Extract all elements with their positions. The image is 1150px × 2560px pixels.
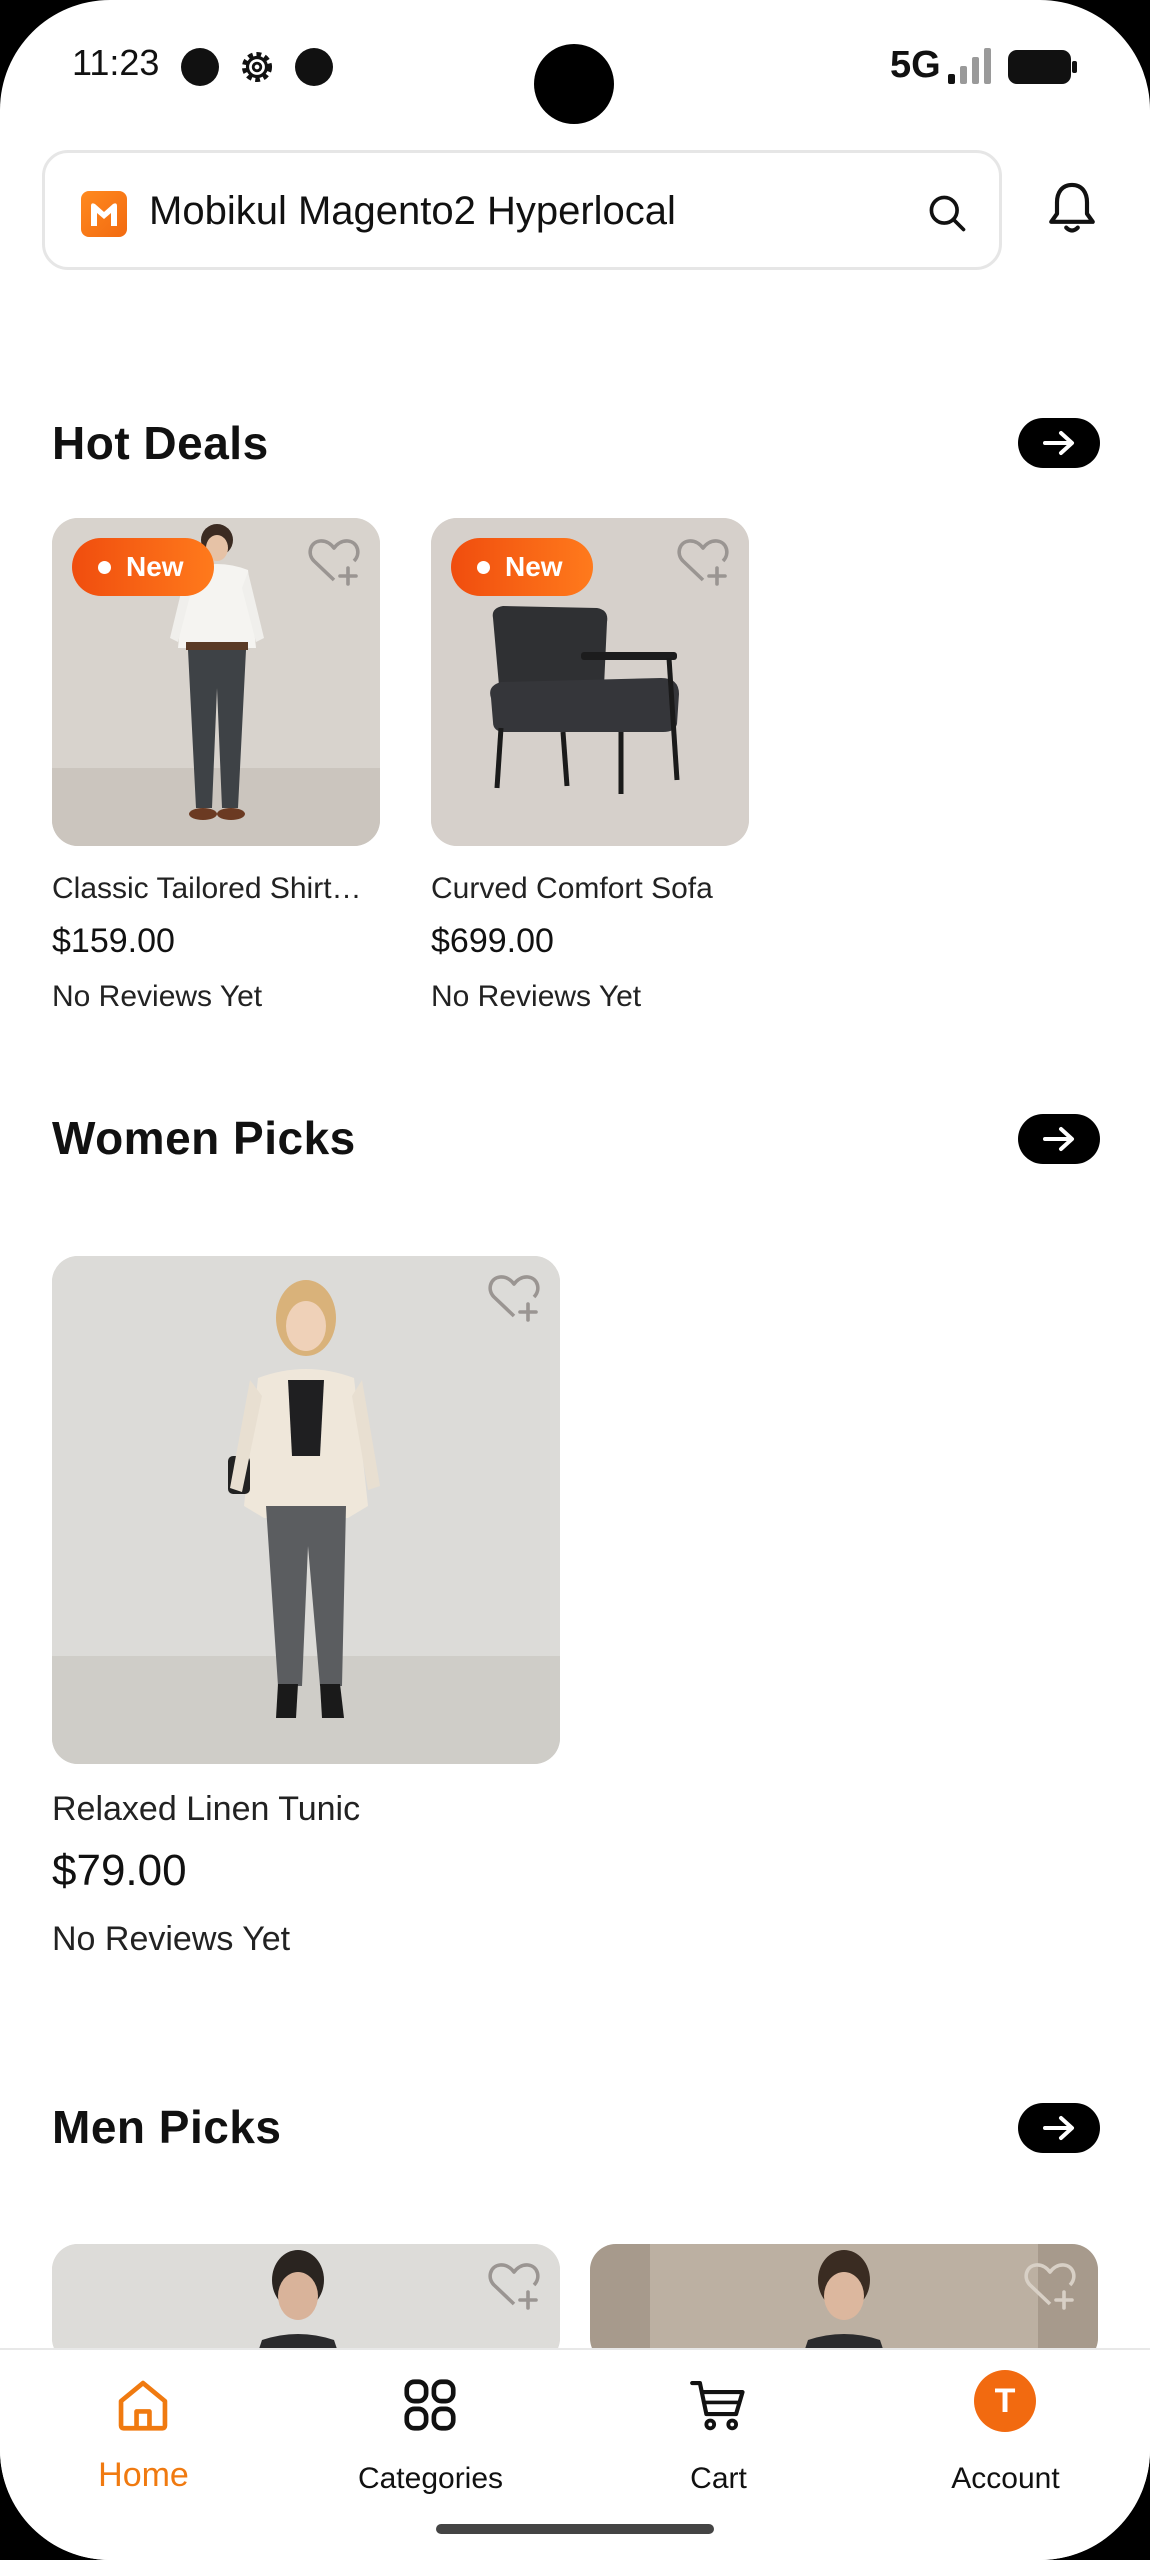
phone-screen: 11:23 5G Mobikul Magento2 Hyperlocal Hot…: [0, 0, 1150, 2560]
product-reviews: No Reviews Yet: [431, 980, 642, 1013]
cart-icon: [690, 2380, 745, 2431]
home-indicator[interactable]: [436, 2524, 714, 2534]
add-to-wishlist-icon[interactable]: [675, 534, 731, 586]
notification-dot-icon: [295, 48, 333, 86]
add-to-wishlist-icon[interactable]: [306, 534, 362, 586]
signal-strength-icon: [948, 48, 991, 84]
hot-deals-view-all-button[interactable]: [1018, 418, 1100, 468]
nav-label: Home: [98, 2456, 189, 2494]
nav-item-account[interactable]: T Account: [862, 2350, 1149, 2560]
product-image[interactable]: [590, 2244, 1098, 2364]
product-photo-woman-blazer: [52, 1256, 560, 1764]
account-avatar: T: [974, 2370, 1036, 2432]
add-to-wishlist-icon[interactable]: [486, 1270, 542, 1322]
bell-icon[interactable]: [1044, 178, 1100, 238]
product-photo-man: [52, 2244, 560, 2364]
product-reviews: No Reviews Yet: [52, 980, 263, 1013]
nav-label: Cart: [690, 2462, 747, 2495]
arrow-right-icon: [1043, 2116, 1074, 2140]
search-icon[interactable]: [925, 191, 969, 235]
arrow-right-icon: [1043, 1127, 1074, 1151]
new-badge: New: [72, 538, 214, 596]
new-badge: New: [451, 538, 593, 596]
product-name[interactable]: Curved Comfort Sofa: [431, 872, 751, 906]
product-reviews: No Reviews Yet: [52, 1920, 291, 1958]
women-picks-view-all-button[interactable]: [1018, 1114, 1100, 1164]
network-type: 5G: [890, 44, 941, 86]
section-title-women-picks: Women Picks: [52, 1112, 356, 1164]
product-price: $159.00: [52, 922, 175, 960]
add-to-wishlist-icon[interactable]: [1022, 2258, 1078, 2310]
nav-label: Account: [951, 2462, 1060, 2495]
product-name[interactable]: Classic Tailored Shirt…: [52, 872, 382, 906]
status-time: 11:23: [72, 42, 160, 83]
product-image[interactable]: [52, 2244, 560, 2364]
section-title-men-picks: Men Picks: [52, 2101, 282, 2153]
product-image[interactable]: New: [52, 518, 380, 846]
product-image[interactable]: New: [431, 518, 749, 846]
arrow-right-icon: [1043, 431, 1074, 455]
settings-gear-icon: [241, 51, 273, 83]
home-icon: [118, 2380, 168, 2431]
battery-icon: [1008, 50, 1077, 84]
add-to-wishlist-icon[interactable]: [486, 2258, 542, 2310]
product-image[interactable]: [52, 1256, 560, 1764]
product-name[interactable]: Relaxed Linen Tunic: [52, 1790, 360, 1829]
men-picks-view-all-button[interactable]: [1018, 2103, 1100, 2153]
status-bar: 11:23 5G: [0, 0, 1150, 140]
notification-dot-icon: [181, 48, 219, 86]
product-price: $699.00: [431, 922, 554, 960]
app-name: Mobikul Magento2 Hyperlocal: [149, 189, 676, 233]
nav-label: Categories: [357, 2462, 504, 2495]
nav-item-home[interactable]: Home: [0, 2350, 287, 2560]
product-price: $79.00: [52, 1846, 187, 1895]
mobikul-logo-icon: [81, 191, 127, 237]
front-camera: [534, 44, 614, 124]
search-bar[interactable]: Mobikul Magento2 Hyperlocal: [42, 150, 1002, 270]
section-title-hot-deals: Hot Deals: [52, 417, 269, 469]
categories-icon: [404, 2379, 456, 2431]
